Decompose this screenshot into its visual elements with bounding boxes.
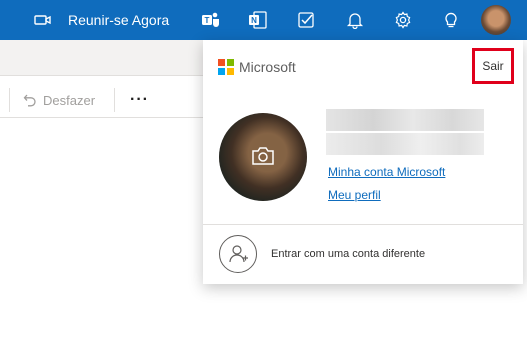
account-flyout: Microsoft Sair Minha conta Microsoft Meu…	[203, 40, 523, 284]
my-microsoft-account-link[interactable]: Minha conta Microsoft	[328, 165, 445, 179]
bell-icon[interactable]	[342, 7, 368, 33]
profile-photo-button[interactable]	[219, 113, 307, 201]
undo-label: Desfazer	[43, 92, 96, 108]
toolbar-divider	[114, 88, 115, 112]
video-camera-icon	[34, 15, 51, 25]
add-person-icon	[219, 235, 257, 273]
undo-button[interactable]: Desfazer	[23, 82, 95, 118]
lightbulb-icon[interactable]	[438, 7, 464, 33]
camera-icon	[252, 147, 274, 165]
editor-toolbar: Desfazer ···	[0, 82, 205, 118]
meet-now-label: Reunir-se Agora	[68, 12, 170, 28]
my-profile-link[interactable]: Meu perfil	[328, 188, 381, 202]
sign-in-different-account-button[interactable]: Entrar com uma conta diferente	[219, 235, 425, 273]
sign-in-different-account-label: Entrar com uma conta diferente	[271, 248, 426, 260]
toolbar-divider	[9, 88, 10, 112]
teams-icon[interactable]: T	[198, 7, 224, 33]
account-avatar-button[interactable]	[481, 5, 511, 35]
brand-label: Microsoft	[239, 59, 296, 75]
sign-out-button[interactable]: Sair	[472, 48, 514, 84]
sign-out-label: Sair	[482, 59, 504, 73]
onenote-icon[interactable]: N	[245, 7, 271, 33]
svg-text:N: N	[251, 16, 257, 25]
microsoft-logo: Microsoft	[218, 59, 296, 75]
microsoft-logo-icon	[218, 59, 234, 75]
account-name-redacted	[326, 109, 484, 131]
more-options-button[interactable]: ···	[130, 82, 149, 118]
meet-now-button[interactable]: Reunir-se Agora	[34, 0, 169, 40]
top-bar: Reunir-se Agora T N	[0, 0, 527, 40]
todo-icon[interactable]	[294, 7, 320, 33]
svg-text:T: T	[205, 16, 210, 25]
gear-icon[interactable]	[390, 7, 416, 33]
account-email-redacted	[326, 133, 484, 155]
undo-icon	[23, 94, 36, 107]
panel-divider	[203, 224, 523, 225]
